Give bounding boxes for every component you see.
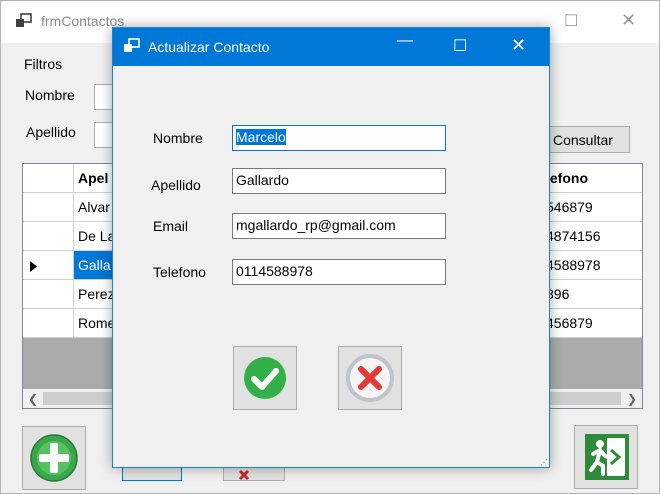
- minimize-icon[interactable]: —: [397, 32, 413, 50]
- cell-telefono[interactable]: 896: [546, 280, 642, 308]
- x-circle-icon: [345, 353, 395, 406]
- telefono-field-value: 0114588978: [236, 263, 313, 279]
- check-circle-icon: [242, 355, 288, 404]
- cancel-button[interactable]: [338, 346, 402, 410]
- column-header-telefono[interactable]: lefono: [546, 164, 642, 192]
- cell-telefono[interactable]: 456879: [546, 309, 642, 337]
- maximize-icon[interactable]: ☐: [453, 36, 467, 56]
- close-icon[interactable]: ✕: [511, 35, 526, 56]
- window-icon: [15, 13, 33, 32]
- filters-label: Filtros: [24, 56, 63, 72]
- close-icon[interactable]: ✕: [621, 10, 636, 31]
- consultar-button[interactable]: Consultar: [541, 126, 630, 153]
- row-header[interactable]: [23, 280, 74, 308]
- window-icon: [123, 38, 141, 57]
- nombre-field-value: Marcelo: [236, 129, 286, 145]
- cell-telefono[interactable]: 4874156: [546, 222, 642, 250]
- nombre-field[interactable]: Marcelo: [232, 125, 446, 151]
- email-field-value: mgallardo_rp@gmail.com: [236, 217, 396, 233]
- nombre-label: Nombre: [153, 130, 203, 146]
- current-row-arrow-icon: [30, 259, 37, 275]
- apellido-label: Apellido: [151, 177, 201, 193]
- cell-telefono[interactable]: 546879: [546, 193, 642, 221]
- apellido-filter-label: Apellido: [26, 124, 76, 140]
- consultar-button-label: Consultar: [553, 132, 613, 148]
- dialog-titlebar: Actualizar Contacto — ☐ ✕: [113, 28, 549, 66]
- plus-circle-icon: [29, 433, 79, 486]
- telefono-field[interactable]: 0114588978: [232, 259, 446, 285]
- add-contact-button[interactable]: [22, 426, 86, 490]
- exit-running-man-icon: [583, 432, 631, 485]
- row-header[interactable]: [23, 251, 74, 279]
- scroll-right-icon[interactable]: ❯: [627, 392, 637, 406]
- row-header-corner: [23, 164, 74, 192]
- email-field[interactable]: mgallardo_rp@gmail.com: [232, 213, 446, 239]
- update-contact-dialog: Actualizar Contacto — ☐ ✕ Nombre Marcelo…: [112, 27, 550, 468]
- row-header[interactable]: [23, 309, 74, 337]
- cell-telefono[interactable]: 4588978: [546, 251, 642, 279]
- email-label: Email: [153, 218, 189, 234]
- apellido-field[interactable]: Gallardo: [232, 168, 446, 194]
- resize-grip-icon[interactable]: ⋰: [540, 458, 548, 467]
- exit-button[interactable]: [574, 425, 638, 489]
- accept-button[interactable]: [233, 346, 297, 410]
- dialog-title: Actualizar Contacto: [148, 39, 270, 55]
- row-header[interactable]: [23, 193, 74, 221]
- delete-icon: [238, 468, 262, 484]
- maximize-icon[interactable]: ☐: [564, 11, 578, 31]
- apellido-field-value: Gallardo: [236, 172, 289, 188]
- nombre-filter-label: Nombre: [25, 87, 75, 103]
- telefono-label: Telefono: [153, 264, 206, 280]
- scroll-left-icon[interactable]: ❮: [28, 392, 38, 406]
- row-header[interactable]: [23, 222, 74, 250]
